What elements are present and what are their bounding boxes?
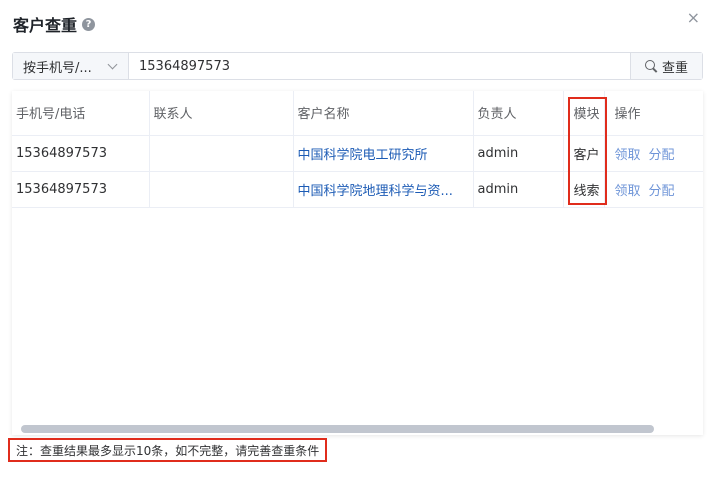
cell-owner: admin — [473, 171, 564, 208]
cell-phone: 15364897573 — [12, 171, 150, 208]
column-header-owner: 负责人 — [473, 91, 564, 136]
claim-link[interactable]: 领取 — [615, 184, 641, 199]
cell-actions: 领取 分配 — [604, 135, 703, 172]
search-limit-note: 注：查重结果最多显示10条，如不完整，请完善查重条件 — [8, 438, 328, 462]
dialog-header: 客户查重 ? — [13, 12, 96, 36]
search-type-value: 按手机号/... — [23, 60, 92, 76]
column-header-customer: 客户名称 — [293, 91, 474, 136]
horizontal-scrollbar[interactable] — [21, 425, 654, 433]
assign-link[interactable]: 分配 — [649, 184, 675, 199]
search-icon — [644, 60, 657, 72]
cell-contact — [149, 135, 294, 172]
assign-link[interactable]: 分配 — [649, 148, 675, 163]
close-icon[interactable]: × — [687, 10, 700, 26]
chevron-down-icon — [107, 59, 118, 70]
customer-name-link[interactable]: 中国科学院电工研究所 — [298, 148, 428, 163]
question-circle-icon[interactable]: ? — [82, 17, 96, 31]
claim-link[interactable]: 领取 — [615, 148, 641, 163]
search-input[interactable] — [129, 53, 630, 79]
cell-customer: 中国科学院地理科学与资... — [293, 171, 474, 208]
module-column-highlight — [568, 97, 607, 205]
cell-customer: 中国科学院电工研究所 — [293, 135, 474, 172]
search-button[interactable]: 查重 — [630, 53, 702, 79]
column-header-phone: 手机号/电话 — [12, 91, 150, 136]
cell-phone: 15364897573 — [12, 135, 150, 172]
cell-owner: admin — [473, 135, 564, 172]
column-header-actions: 操作 — [604, 91, 703, 136]
search-bar: 按手机号/... 查重 — [12, 52, 703, 80]
customer-name-link[interactable]: 中国科学院地理科学与资... — [298, 184, 453, 199]
column-header-contact: 联系人 — [149, 91, 294, 136]
dialog-title: 客户查重 — [13, 16, 78, 35]
search-type-select[interactable]: 按手机号/... — [13, 53, 129, 79]
cell-contact — [149, 171, 294, 208]
cell-actions: 领取 分配 — [604, 171, 703, 208]
search-button-label: 查重 — [661, 60, 688, 76]
